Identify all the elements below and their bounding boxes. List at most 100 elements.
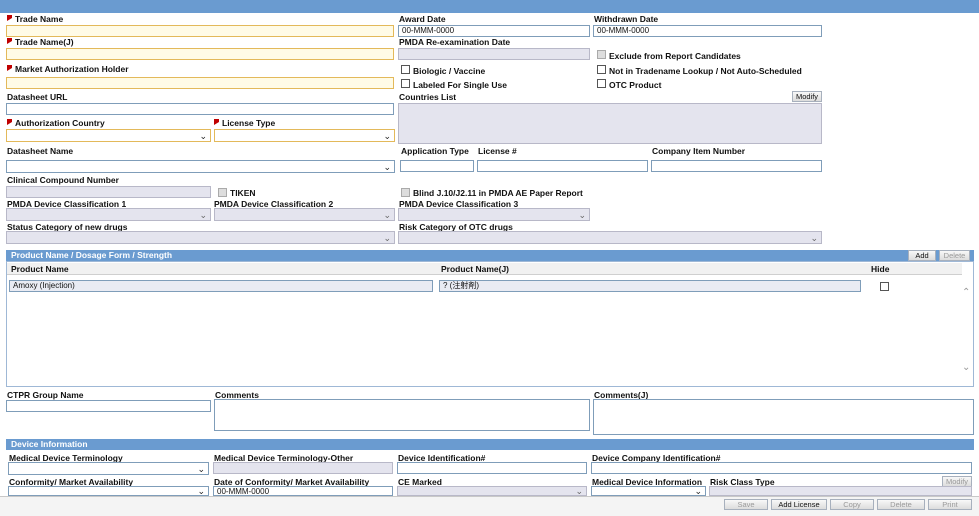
license-no-input[interactable]: [477, 160, 648, 172]
chevron-down-icon: ⌄: [383, 233, 391, 243]
date-conformity-input[interactable]: 00-MMM-0000: [213, 486, 393, 496]
company-item-label: Company Item Number: [652, 146, 746, 156]
license-no-label: License #: [478, 146, 517, 156]
product-name-j-cell[interactable]: ? (注射剤): [439, 280, 861, 292]
chevron-down-icon: ⌄: [197, 464, 205, 474]
trade-name-label: Trade Name: [7, 14, 63, 24]
col-header-product-name-j: Product Name(J): [437, 263, 867, 275]
chevron-down-icon: ⌄: [810, 233, 818, 243]
product-hide-checkbox[interactable]: [880, 282, 889, 291]
required-flag-icon: [7, 38, 12, 44]
chevron-down-icon: ⌄: [578, 210, 586, 220]
comments-j-textarea[interactable]: [593, 399, 974, 435]
mah-input[interactable]: [6, 77, 394, 89]
conformity-select[interactable]: ⌄: [8, 486, 209, 496]
company-item-input[interactable]: [651, 160, 822, 172]
product-delete-button[interactable]: Delete: [939, 250, 970, 261]
auth-country-select[interactable]: ⌄: [6, 129, 211, 142]
save-button[interactable]: Save: [724, 499, 768, 510]
clinical-compound-input: [6, 186, 211, 198]
pmda-reexam-label: PMDA Re-examination Date: [399, 37, 511, 47]
risk-class-box: [709, 486, 972, 496]
pmda2-select[interactable]: ⌄: [214, 208, 395, 221]
award-date-label: Award Date: [399, 14, 446, 24]
device-section-header: Device Information: [6, 439, 974, 450]
blind-checkbox[interactable]: [401, 188, 410, 197]
product-add-button[interactable]: Add: [908, 250, 936, 261]
tiken-checkbox[interactable]: [218, 188, 227, 197]
trade-name-j-input[interactable]: [6, 48, 394, 60]
top-header-bar: [0, 0, 979, 13]
datasheet-url-label: Datasheet URL: [7, 92, 68, 102]
auth-country-label: Authorization Country: [7, 118, 105, 128]
device-section-title: Device Information: [11, 439, 88, 449]
required-flag-icon: [7, 119, 12, 125]
otc-checkbox[interactable]: [597, 79, 606, 88]
exclude-checkbox[interactable]: [597, 50, 606, 59]
trade-name-input[interactable]: [6, 25, 394, 37]
application-type-label: Application Type: [401, 146, 469, 156]
exclude-label: Exclude from Report Candidates: [609, 51, 741, 61]
countries-modify-button[interactable]: Modify: [792, 91, 822, 102]
risk-category-select[interactable]: ⌄: [398, 231, 822, 244]
device-company-id-input[interactable]: [591, 462, 972, 474]
countries-list-label: Countries List: [399, 92, 457, 102]
chevron-down-icon: ⌄: [197, 486, 205, 496]
chevron-down-icon: ⌄: [383, 210, 391, 220]
biologic-label: Biologic / Vaccine: [413, 66, 486, 76]
tiken-label: TIKEN: [230, 188, 256, 198]
required-flag-icon: [214, 119, 219, 125]
datasheet-url-input[interactable]: [6, 103, 394, 115]
blind-label: Blind J.10/J2.11 in PMDA AE Paper Report: [413, 188, 583, 198]
chevron-down-icon: ⌄: [575, 486, 583, 496]
status-category-select[interactable]: ⌄: [6, 231, 395, 244]
product-section-header: Product Name / Dosage Form / Strength: [6, 250, 974, 261]
device-id-input[interactable]: [397, 462, 587, 474]
not-tradename-checkbox[interactable]: [597, 65, 606, 74]
pmda-reexam-input: [398, 48, 590, 60]
col-header-product-name: Product Name: [7, 263, 437, 275]
mdt-other-input: [213, 462, 393, 474]
required-flag-icon: [7, 65, 12, 71]
datasheet-name-select[interactable]: ⌄: [6, 160, 395, 173]
pmda3-select[interactable]: ⌄: [398, 208, 590, 221]
clinical-compound-label: Clinical Compound Number: [7, 175, 119, 185]
otc-label: OTC Product: [609, 80, 662, 90]
chevron-down-icon: ⌄: [199, 210, 207, 220]
biologic-checkbox[interactable]: [401, 65, 410, 74]
license-type-select[interactable]: ⌄: [214, 129, 395, 142]
product-section-title: Product Name / Dosage Form / Strength: [11, 250, 173, 260]
col-header-hide: Hide: [867, 263, 962, 275]
chevron-down-icon: ⌄: [383, 131, 391, 141]
delete-button[interactable]: Delete: [877, 499, 925, 510]
application-type-input[interactable]: [400, 160, 474, 172]
datasheet-name-label: Datasheet Name: [7, 146, 74, 156]
comments-textarea[interactable]: [214, 399, 590, 431]
mdi-select[interactable]: ⌄: [591, 486, 706, 496]
countries-list-box: [398, 103, 822, 144]
scroll-down-icon[interactable]: ⌄: [962, 362, 970, 373]
copy-button[interactable]: Copy: [830, 499, 874, 510]
mdt-select[interactable]: ⌄: [8, 462, 209, 475]
single-use-checkbox[interactable]: [401, 79, 410, 88]
chevron-down-icon: ⌄: [383, 162, 391, 172]
ctpr-input[interactable]: [6, 400, 211, 412]
ce-marked-select[interactable]: ⌄: [397, 486, 587, 496]
ctpr-label: CTPR Group Name: [7, 390, 84, 400]
withdrawn-date-input[interactable]: 00-MMM-0000: [593, 25, 822, 37]
chevron-down-icon: ⌄: [199, 131, 207, 141]
withdrawn-date-label: Withdrawn Date: [594, 14, 659, 24]
license-type-label: License Type: [214, 118, 275, 128]
not-tradename-label: Not in Tradename Lookup / Not Auto-Sched…: [609, 66, 802, 76]
add-license-button[interactable]: Add License: [771, 499, 827, 510]
pmda1-select[interactable]: ⌄: [6, 208, 211, 221]
mah-label: Market Authorization Holder: [7, 64, 129, 74]
product-name-cell[interactable]: Amoxy (Injection): [9, 280, 433, 292]
chevron-down-icon: ⌄: [694, 486, 702, 496]
print-button[interactable]: Print: [928, 499, 972, 510]
trade-name-j-label: Trade Name(J): [7, 37, 74, 47]
single-use-label: Labeled For Single Use: [413, 80, 507, 90]
required-flag-icon: [7, 15, 12, 21]
award-date-input[interactable]: 00-MMM-0000: [398, 25, 590, 37]
scroll-up-icon[interactable]: ⌃: [962, 287, 970, 298]
